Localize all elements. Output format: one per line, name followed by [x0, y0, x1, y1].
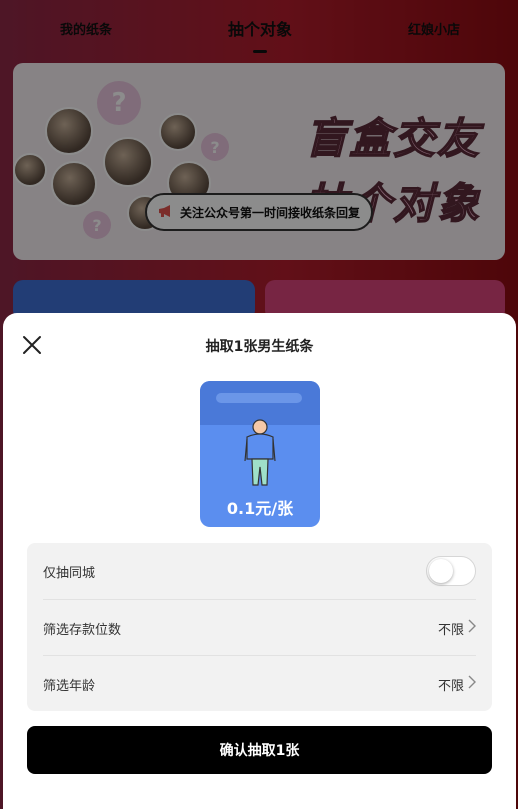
age-filter-value-wrap: 不限: [438, 675, 476, 694]
deposit-filter-value-wrap: 不限: [438, 619, 476, 638]
ticket-price: 0.1元/张: [226, 499, 294, 518]
deposit-filter-label: 筛选存款位数: [43, 622, 122, 638]
age-filter-value: 不限: [437, 678, 464, 694]
deposit-filter-value: 不限: [437, 622, 464, 638]
draw-sheet: 抽取1张男生纸条 0.1元/张 仅抽同城 筛选存款位数 不限 筛选年龄 不限 确…: [3, 313, 516, 809]
same-city-row: 仅抽同城: [43, 543, 476, 599]
age-filter-row[interactable]: 筛选年龄 不限: [43, 655, 476, 712]
confirm-draw-button[interactable]: 确认抽取1张: [27, 726, 492, 774]
chevron-right-icon: [468, 675, 476, 693]
filter-options: 仅抽同城 筛选存款位数 不限 筛选年龄 不限: [27, 543, 492, 711]
same-city-label: 仅抽同城: [43, 565, 96, 581]
sheet-title: 抽取1张男生纸条: [205, 339, 314, 355]
chevron-right-icon: [468, 619, 476, 637]
male-ticket-card: 0.1元/张: [200, 381, 320, 527]
deposit-filter-row[interactable]: 筛选存款位数 不限: [43, 599, 476, 656]
age-filter-label: 筛选年龄: [43, 678, 96, 694]
same-city-toggle[interactable]: [426, 556, 476, 586]
